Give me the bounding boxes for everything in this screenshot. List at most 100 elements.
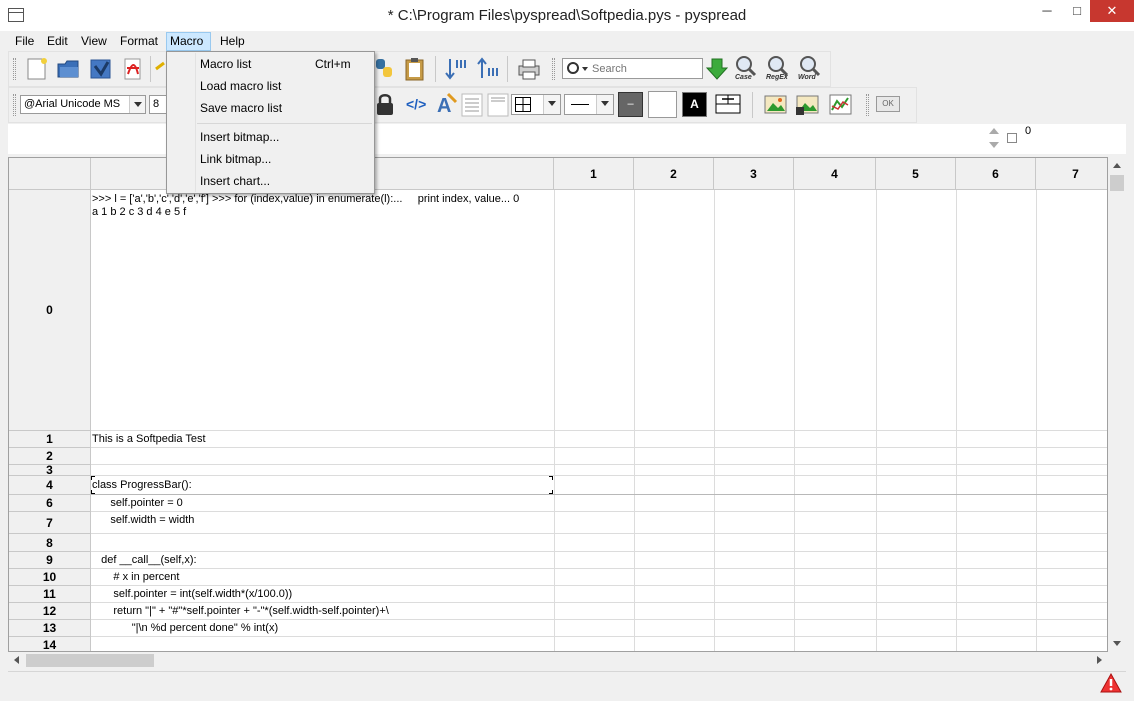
menu-view[interactable]: View: [78, 32, 110, 51]
column-header[interactable]: 5: [876, 158, 956, 190]
horizontal-scroll-thumb[interactable]: [26, 654, 154, 667]
column-header[interactable]: 7: [1036, 158, 1107, 190]
code-icon[interactable]: </>: [406, 96, 426, 112]
toolbar-grip[interactable]: [552, 58, 555, 80]
borders-select[interactable]: [511, 94, 561, 115]
font-size-input[interactable]: 8: [149, 95, 167, 114]
vertical-scrollbar[interactable]: [1108, 157, 1126, 652]
row-header[interactable]: 2: [9, 448, 91, 465]
menu-macro[interactable]: Macro: [166, 32, 211, 51]
find-next-arrow-icon[interactable]: [706, 57, 728, 81]
row-header[interactable]: 10: [9, 569, 91, 586]
text-color-button[interactable]: A: [682, 92, 707, 117]
menu-item-save-macro-list[interactable]: Save macro list: [200, 98, 282, 118]
table-spinner[interactable]: [985, 124, 1003, 154]
ok-button[interactable]: OK: [876, 96, 900, 112]
sort-descending-icon[interactable]: [444, 56, 468, 82]
row-header[interactable]: 3: [9, 465, 91, 476]
table-choice-box[interactable]: [1003, 124, 1025, 154]
scroll-left-icon[interactable]: [14, 656, 19, 664]
toolbar-grip[interactable]: [13, 94, 16, 116]
cell-text[interactable]: self.width = width: [92, 514, 552, 527]
search-input[interactable]: [592, 61, 700, 76]
cell-text[interactable]: This is a Softpedia Test: [92, 433, 552, 446]
menu-item-link-bitmap[interactable]: Link bitmap...: [200, 149, 271, 169]
chevron-down-icon[interactable]: [543, 95, 560, 114]
column-header[interactable]: 4: [794, 158, 876, 190]
table-number[interactable]: 0: [1025, 124, 1126, 154]
row-header[interactable]: 9: [9, 552, 91, 569]
row-header[interactable]: 11: [9, 586, 91, 603]
scroll-down-icon[interactable]: [1113, 641, 1121, 646]
row-header[interactable]: 12: [9, 603, 91, 620]
selected-cell[interactable]: [91, 476, 553, 494]
case-option-label[interactable]: Case: [735, 74, 752, 81]
lock-icon[interactable]: [374, 92, 396, 118]
undo-icon[interactable]: [154, 60, 166, 78]
cell-text[interactable]: def __call__(self,x):: [92, 554, 552, 567]
merge-cells-icon[interactable]: [714, 93, 742, 115]
row-header[interactable]: 0: [9, 190, 91, 431]
chevron-down-icon[interactable]: [129, 96, 145, 113]
menu-file[interactable]: File: [12, 32, 37, 51]
save-icon[interactable]: [88, 56, 114, 82]
sort-ascending-icon[interactable]: [476, 56, 500, 82]
background-color-button[interactable]: [648, 91, 677, 118]
chevron-down-icon[interactable]: [596, 95, 613, 114]
insert-chart-icon[interactable]: [828, 92, 854, 118]
column-header[interactable]: 1: [554, 158, 634, 190]
cell-text[interactable]: return "|" + "#"*self.pointer + "-"*(sel…: [92, 605, 552, 618]
column-header[interactable]: 3: [714, 158, 794, 190]
font-family-select[interactable]: @Arial Unicode MS: [20, 95, 146, 114]
entry-line[interactable]: [8, 124, 985, 154]
regex-option-label[interactable]: RegEx: [766, 74, 788, 81]
new-file-icon[interactable]: [24, 56, 50, 82]
search-options-arrow-icon[interactable]: [582, 67, 588, 71]
warning-icon[interactable]: [1100, 673, 1122, 693]
word-option-label[interactable]: Word: [798, 74, 816, 81]
paste-icon[interactable]: [402, 56, 428, 82]
scroll-up-icon[interactable]: [1113, 163, 1121, 168]
text-font-icon[interactable]: A: [434, 92, 458, 118]
cell-text[interactable]: "|\n %d percent done" % int(x): [92, 622, 552, 635]
row-header[interactable]: 6: [9, 495, 91, 512]
insert-image-icon[interactable]: [763, 92, 789, 118]
line-width-select[interactable]: [564, 94, 614, 115]
line-color-button[interactable]: –: [618, 92, 643, 117]
python-icon[interactable]: [373, 56, 397, 82]
scroll-right-icon[interactable]: [1097, 656, 1102, 664]
cell-text[interactable]: >>> l = ['a','b','c','d','e','f'] >>> fo…: [92, 193, 552, 223]
close-button[interactable]: ✕: [1090, 0, 1134, 22]
toolbar-grip[interactable]: [866, 94, 869, 116]
row-header[interactable]: 4: [9, 476, 91, 495]
menu-format[interactable]: Format: [117, 32, 161, 51]
cell-text[interactable]: self.pointer = int(self.width*(x/100.0)): [92, 588, 552, 601]
column-header[interactable]: 2: [634, 158, 714, 190]
spreadsheet-grid[interactable]: 1 2 3 4 5 6 7 0 1 2 3 4 6 7 8 9 10 11 12…: [8, 157, 1108, 652]
minimize-button[interactable]: ─: [1032, 0, 1062, 22]
search-box[interactable]: [562, 58, 703, 79]
column-header[interactable]: 6: [956, 158, 1036, 190]
menu-help[interactable]: Help: [217, 32, 248, 51]
menu-item-load-macro-list[interactable]: Load macro list: [200, 76, 281, 96]
vertical-align-icon[interactable]: [487, 93, 509, 117]
cell-text[interactable]: self.pointer = 0: [92, 497, 552, 510]
menu-item-insert-bitmap[interactable]: Insert bitmap...: [200, 127, 279, 147]
toolbar-grip[interactable]: [13, 58, 16, 80]
row-header[interactable]: 8: [9, 534, 91, 552]
menu-item-insert-chart[interactable]: Insert chart...: [200, 171, 270, 191]
maximize-button[interactable]: □: [1062, 0, 1092, 22]
link-image-icon[interactable]: [795, 92, 821, 118]
menu-item-macro-list[interactable]: Macro list: [200, 54, 251, 74]
vertical-scroll-thumb[interactable]: [1110, 175, 1124, 191]
row-header[interactable]: 1: [9, 431, 91, 448]
cell-text[interactable]: # x in percent: [92, 571, 552, 584]
print-icon[interactable]: [516, 56, 542, 82]
grid-corner[interactable]: [9, 158, 91, 190]
row-header[interactable]: 7: [9, 512, 91, 534]
menu-edit[interactable]: Edit: [44, 32, 71, 51]
spinner-down-icon[interactable]: [989, 142, 999, 148]
open-folder-icon[interactable]: [56, 56, 82, 82]
row-header[interactable]: 13: [9, 620, 91, 637]
horizontal-scrollbar[interactable]: [8, 652, 1108, 669]
